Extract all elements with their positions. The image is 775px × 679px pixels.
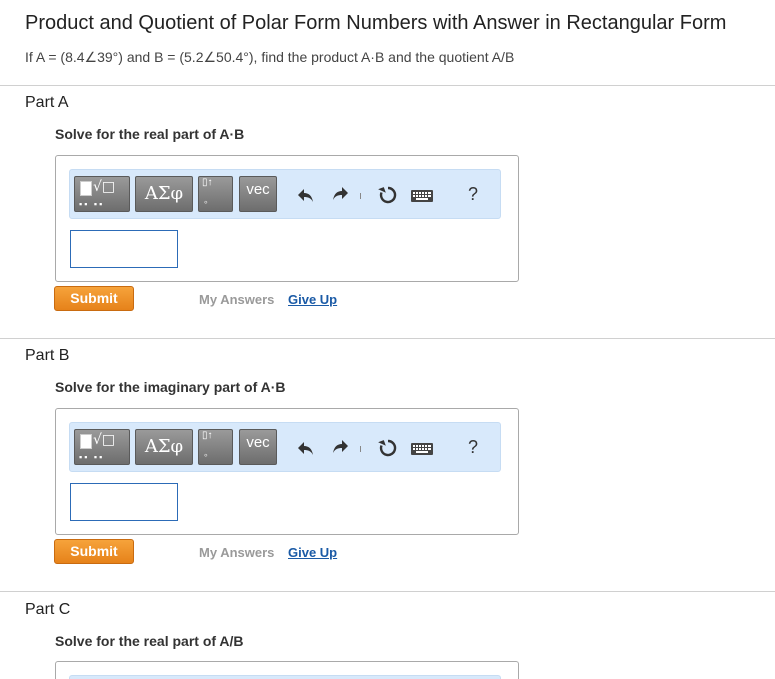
radical-glyph: √□ (93, 179, 116, 195)
part-b-give-up-link[interactable]: Give Up (288, 545, 337, 560)
subscript-button[interactable]: ▯↑ ∘ (198, 176, 233, 212)
math-toolbar: √□ ▪▪ ▪▪ ΑΣφ ▯↑ ∘ vec ? (69, 422, 501, 472)
divider (0, 85, 775, 86)
part-a-my-answers-link[interactable]: My Answers (199, 292, 274, 307)
keyboard-icon[interactable] (410, 437, 434, 461)
part-b-submit-button[interactable]: Submit (54, 539, 134, 564)
part-a-answer-input[interactable] (70, 230, 178, 268)
divider (0, 338, 775, 339)
divider (0, 591, 775, 592)
page-title: Product and Quotient of Polar Form Numbe… (25, 12, 727, 34)
part-b-prompt: Solve for the imaginary part of A·B (55, 379, 286, 395)
subscript-dot: ∘ (203, 197, 209, 207)
greek-symbols-button[interactable]: ΑΣφ (135, 176, 193, 212)
undo-icon[interactable] (294, 436, 318, 460)
part-a-title: Part A (25, 94, 69, 111)
greek-symbols-button[interactable]: ΑΣφ (135, 429, 193, 465)
part-a-give-up-link[interactable]: Give Up (288, 292, 337, 307)
subscript-glyph: ▯↑ (202, 177, 213, 188)
subscript-dot: ∘ (203, 450, 209, 460)
templates-button[interactable]: √□ ▪▪ ▪▪ (74, 176, 130, 212)
part-b-my-answers-link[interactable]: My Answers (199, 545, 274, 560)
part-c-title: Part C (25, 601, 71, 618)
toolbar-separator (360, 446, 361, 452)
reset-icon[interactable] (376, 183, 400, 207)
sqrt-template-icon (80, 434, 92, 449)
vector-button[interactable]: vec (239, 176, 277, 212)
math-toolbar: √□ ▪▪ ▪▪ ΑΣφ ▯↑ ∘ vec ? (69, 169, 501, 219)
part-b-answer-editor: √□ ▪▪ ▪▪ ΑΣφ ▯↑ ∘ vec ? (55, 408, 519, 535)
toolbar-separator (360, 193, 361, 199)
keyboard-icon[interactable] (410, 184, 434, 208)
part-c-prompt: Solve for the real part of A/B (55, 633, 244, 649)
redo-icon[interactable] (328, 183, 352, 207)
help-button[interactable]: ? (468, 184, 478, 205)
radical-glyph: √□ (93, 432, 116, 448)
redo-icon[interactable] (328, 436, 352, 460)
vector-button[interactable]: vec (239, 429, 277, 465)
template-dots: ▪▪ ▪▪ (79, 452, 105, 462)
sqrt-template-icon (80, 181, 92, 196)
problem-statement: If A = (8.4∠39°) and B = (5.2∠50.4°), fi… (25, 49, 515, 65)
part-c-answer-editor (55, 661, 519, 679)
part-a-submit-button[interactable]: Submit (54, 286, 134, 311)
part-b-title: Part B (25, 347, 70, 364)
undo-icon[interactable] (294, 183, 318, 207)
part-b-answer-input[interactable] (70, 483, 178, 521)
templates-button[interactable]: √□ ▪▪ ▪▪ (74, 429, 130, 465)
subscript-glyph: ▯↑ (202, 430, 213, 441)
template-dots: ▪▪ ▪▪ (79, 199, 105, 209)
reset-icon[interactable] (376, 436, 400, 460)
part-a-answer-editor: √□ ▪▪ ▪▪ ΑΣφ ▯↑ ∘ vec ? (55, 155, 519, 282)
help-button[interactable]: ? (468, 437, 478, 458)
math-toolbar (69, 675, 501, 679)
subscript-button[interactable]: ▯↑ ∘ (198, 429, 233, 465)
part-a-prompt: Solve for the real part of A·B (55, 126, 245, 142)
